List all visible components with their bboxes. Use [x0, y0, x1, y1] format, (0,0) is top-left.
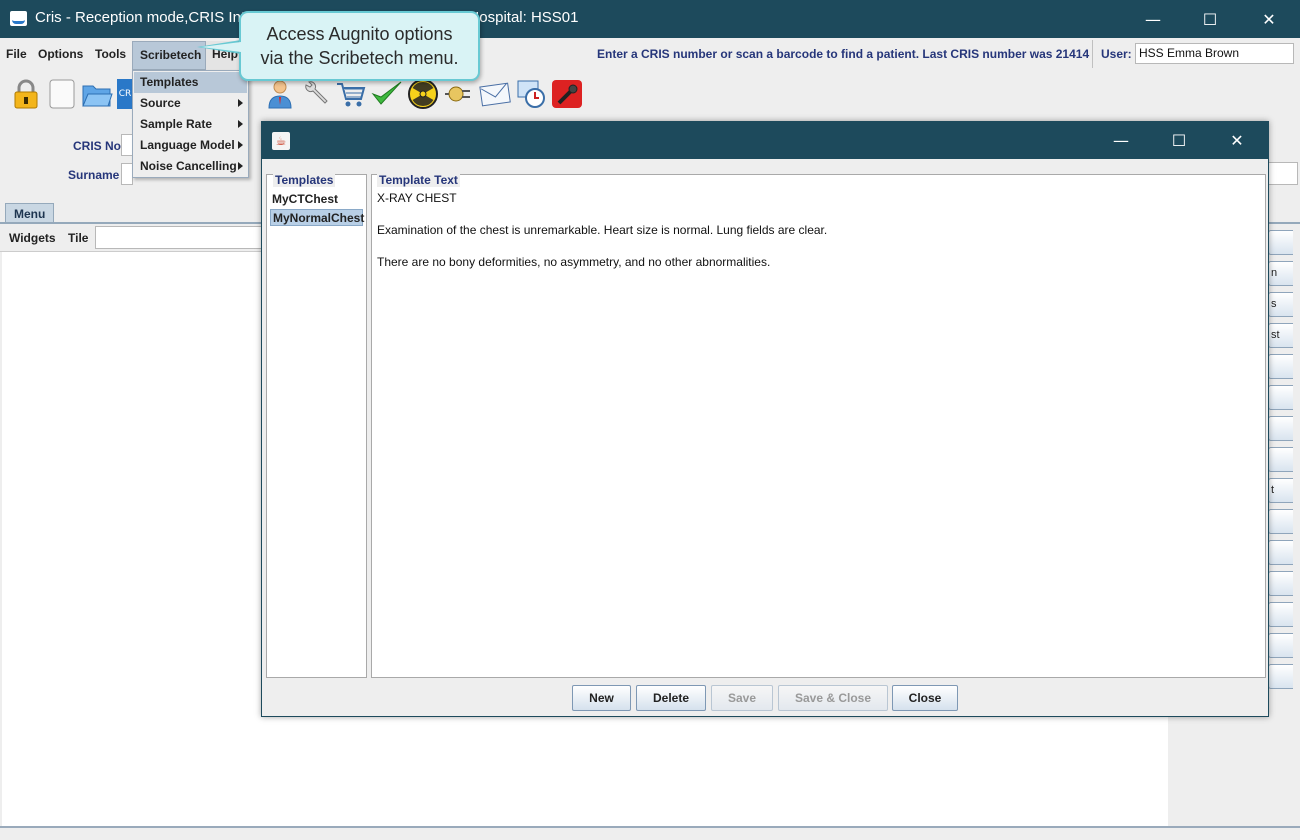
side-button-15[interactable]: [1268, 664, 1293, 689]
open-folder-icon[interactable]: [81, 78, 113, 110]
side-button-12[interactable]: [1268, 571, 1293, 596]
menu-item-source-label: Source: [140, 96, 181, 110]
status-bar: [0, 828, 1300, 840]
java-cup-icon: ☕: [272, 132, 290, 150]
submenu-arrow-icon: [238, 120, 243, 128]
save-button[interactable]: Save: [711, 685, 773, 711]
dialog-maximize-button[interactable]: ☐: [1150, 122, 1208, 159]
dialog-minimize-button[interactable]: —: [1092, 122, 1150, 159]
save-close-button[interactable]: Save & Close: [778, 685, 888, 711]
submenu-arrow-icon: [238, 162, 243, 170]
wrench-icon[interactable]: [299, 78, 331, 110]
templates-dialog: ☕ — ☐ ✕ Templates MyCTChest MyNormalChes…: [261, 121, 1269, 717]
tab-menu[interactable]: Menu: [5, 203, 54, 223]
window-title-suffix: Hospital: HSS01: [468, 9, 579, 26]
menu-tools[interactable]: Tools: [95, 47, 126, 61]
side-button-9[interactable]: t: [1268, 478, 1293, 503]
templates-list-panel: Templates MyCTChest MyNormalChest: [266, 173, 367, 678]
user-label: User:: [1101, 47, 1132, 61]
callout-line-1: Access Augnito options: [266, 24, 453, 44]
window-maximize-button[interactable]: ☐: [1181, 0, 1239, 38]
template-line-1: X-RAY CHEST: [377, 191, 457, 205]
menu-item-sample-rate-label: Sample Rate: [140, 117, 213, 131]
menu-options[interactable]: Options: [38, 47, 83, 61]
side-button-8[interactable]: [1268, 447, 1293, 472]
radiation-icon[interactable]: [407, 78, 439, 110]
cris-icon[interactable]: CR: [117, 79, 133, 109]
side-button-2[interactable]: n: [1268, 261, 1293, 286]
submenu-arrow-icon: [238, 99, 243, 107]
cris-no-label: CRIS No: [73, 139, 121, 153]
menu-item-noise-cancelling[interactable]: Noise Cancelling: [134, 156, 247, 177]
callout-text: Access Augnito options via the Scribetec…: [241, 22, 478, 70]
window-minimize-button[interactable]: —: [1124, 0, 1182, 38]
checkmark-icon[interactable]: [371, 78, 403, 110]
template-line-3: Examination of the chest is unremarkable…: [377, 223, 828, 237]
surname-label: Surname: [68, 168, 120, 182]
template-text-panel[interactable]: Template Text X-RAY CHEST Examination of…: [371, 173, 1266, 678]
side-button-11[interactable]: [1268, 540, 1293, 565]
menu-item-sample-rate[interactable]: Sample Rate: [134, 114, 247, 135]
microphone-icon[interactable]: [551, 78, 583, 110]
side-button-4[interactable]: st: [1268, 323, 1293, 348]
side-button-14[interactable]: [1268, 633, 1293, 658]
lock-icon[interactable]: [10, 78, 42, 110]
shopping-cart-icon[interactable]: [335, 78, 367, 110]
menu-scribetech[interactable]: Scribetech: [132, 41, 206, 70]
template-line-5: There are no bony deformities, no asymme…: [377, 255, 771, 269]
search-field-right[interactable]: [1268, 162, 1298, 185]
side-button-3[interactable]: s: [1268, 292, 1293, 317]
clock-icon[interactable]: [515, 78, 547, 110]
template-item-myctchest[interactable]: MyCTChest: [270, 191, 363, 208]
delete-button[interactable]: Delete: [636, 685, 706, 711]
window-title-text: Cris - Reception mode,CRIS Inte: [35, 9, 254, 26]
scribetech-dropdown: Templates Source Sample Rate Language Mo…: [132, 70, 249, 178]
widgets-input[interactable]: [95, 226, 265, 249]
blank-document-icon[interactable]: [46, 78, 78, 110]
template-item-mynormalchest[interactable]: MyNormalChest: [270, 209, 364, 226]
menu-item-source[interactable]: Source: [134, 93, 247, 114]
menu-item-templates[interactable]: Templates: [134, 72, 247, 93]
menu-file[interactable]: File: [6, 47, 27, 61]
menu-item-language-model-label: Language Model: [140, 138, 235, 152]
app-logo-icon: [10, 11, 27, 26]
dialog-close-button[interactable]: ✕: [1208, 122, 1266, 159]
user-icon[interactable]: [264, 78, 296, 110]
envelope-icon[interactable]: [479, 78, 511, 110]
status-message: Enter a CRIS number or scan a barcode to…: [597, 47, 1090, 61]
dialog-titlebar: ☕ — ☐ ✕: [262, 122, 1268, 159]
callout-tooltip: Access Augnito options via the Scribetec…: [239, 11, 480, 81]
close-button[interactable]: Close: [892, 685, 958, 711]
window-titlebar: Cris - Reception mode,CRIS Inte Hospital:…: [0, 0, 1300, 38]
tile-label[interactable]: Tile: [68, 231, 88, 245]
menu-item-noise-cancelling-label: Noise Cancelling: [140, 159, 237, 173]
widgets-label[interactable]: Widgets: [9, 231, 56, 245]
submenu-arrow-icon: [238, 141, 243, 149]
callout-pointer-inner: [201, 42, 241, 52]
template-text-title: Template Text: [377, 173, 460, 187]
side-button-10[interactable]: [1268, 509, 1293, 534]
menubar-separator: [1092, 40, 1093, 68]
menu-item-templates-label: Templates: [140, 75, 199, 89]
side-button-1[interactable]: [1268, 230, 1293, 255]
side-button-13[interactable]: [1268, 602, 1293, 627]
user-field[interactable]: HSS Emma Brown: [1135, 43, 1294, 64]
side-button-7[interactable]: [1268, 416, 1293, 441]
window-close-button[interactable]: ✕: [1240, 0, 1298, 38]
menu-item-language-model[interactable]: Language Model: [134, 135, 247, 156]
plug-icon[interactable]: [443, 78, 475, 110]
callout-line-2: via the Scribetech menu.: [260, 48, 459, 68]
new-button[interactable]: New: [572, 685, 631, 711]
side-button-5[interactable]: [1268, 354, 1293, 379]
templates-list-title: Templates: [273, 173, 336, 187]
side-button-6[interactable]: [1268, 385, 1293, 410]
